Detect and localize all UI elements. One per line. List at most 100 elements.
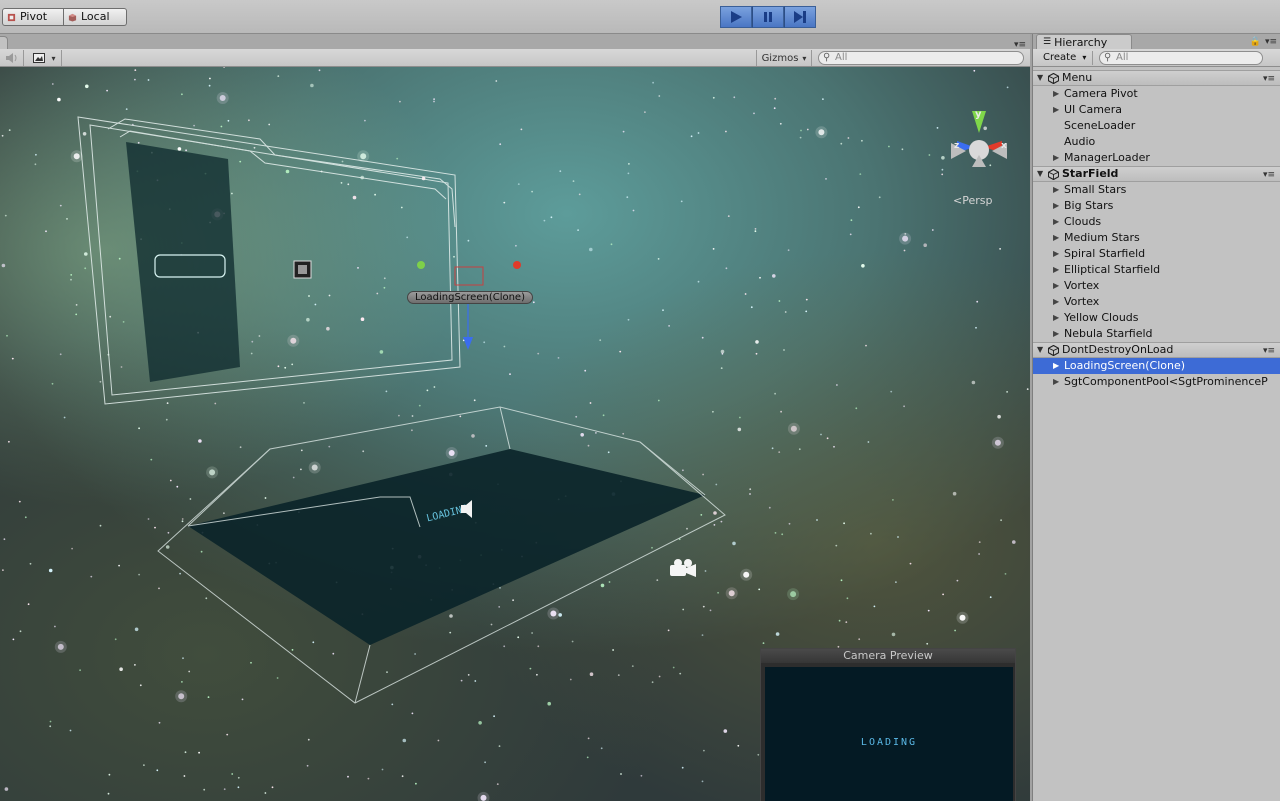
scene-row[interactable]: ▼ DontDestroyOnLoad ▾≡ [1033,342,1280,358]
hierarchy-item[interactable]: ▶ Nebula Starfield [1033,326,1280,342]
expand-arrow-icon[interactable]: ▶ [1053,246,1064,262]
hierarchy-item-label: Elliptical Starfield [1064,263,1161,276]
hierarchy-item[interactable]: ▶ Vortex [1033,278,1280,294]
fold-triangle-icon[interactable]: ▼ [1037,71,1045,85]
image-icon [33,53,46,63]
hierarchy-item[interactable]: ▶ ManagerLoader [1033,150,1280,166]
tab-hierarchy[interactable]: ☰ Hierarchy [1036,34,1132,49]
expand-arrow-icon[interactable]: ▶ [1053,102,1064,118]
hierarchy-item[interactable]: Audio [1033,134,1280,150]
hierarchy-item-label: SgtComponentPool<SgtProminenceP [1064,375,1268,388]
camera-preview: Camera Preview LOADING [760,648,1016,801]
hierarchy-search-placeholder: All [1116,52,1129,63]
search-icon: ⚲ [823,52,831,63]
expand-arrow-icon[interactable]: ▶ [1053,198,1064,214]
hierarchy-item[interactable]: ▶ SgtComponentPool<SgtProminenceP [1033,374,1280,390]
expand-arrow-icon[interactable]: ▶ [1053,310,1064,326]
hierarchy-item-label: Big Stars [1064,199,1114,212]
hierarchy-item[interactable]: ▶ Big Stars [1033,198,1280,214]
hierarchy-item[interactable]: ▶ Spiral Starfield [1033,246,1280,262]
scene-search-input[interactable]: ⚲ All [818,51,1024,65]
hierarchy-item[interactable]: SceneLoader [1033,118,1280,134]
chevron-down-icon: ▾ [51,53,56,63]
hierarchy-item-label: Medium Stars [1064,231,1140,244]
create-dropdown[interactable]: Create ▾ [1037,51,1093,65]
panel-menu-icon[interactable]: ▾≡ [1265,37,1277,47]
expand-arrow-icon[interactable]: ▶ [1053,214,1064,230]
hierarchy-item[interactable]: ▶ Yellow Clouds [1033,310,1280,326]
step-icon [794,11,806,23]
expand-arrow-icon[interactable]: ▶ [1053,278,1064,294]
hierarchy-item-label: Vortex [1064,295,1100,308]
audio-toggle-button[interactable] [0,50,24,66]
hierarchy-panel: ☰ Hierarchy 🔒 ▾≡ Create ▾ ⚲ All ▼ Menu ▾≡ ▶… [1032,34,1280,801]
effects-dropdown[interactable]: ▾ [28,50,62,66]
scene-tab[interactable] [0,36,8,49]
hierarchy-item-label: Clouds [1064,215,1102,228]
scene-options-icon[interactable]: ▾≡ [1263,72,1275,86]
cube-icon [68,13,77,22]
hierarchy-item[interactable]: ▶ LoadingScreen(Clone) [1033,358,1280,374]
scene-toolbar: ▾ Gizmos ▾ ⚲ All [0,49,1030,67]
hierarchy-item-label: LoadingScreen(Clone) [1064,359,1186,372]
expand-arrow-icon[interactable]: ▶ [1053,374,1064,390]
pivot-toggle-button[interactable]: Pivot [2,8,64,26]
hierarchy-item[interactable]: ▶ Vortex [1033,294,1280,310]
scene-options-icon[interactable]: ▾≡ [1263,344,1275,358]
scene-row[interactable]: ▼ StarField ▾≡ [1033,166,1280,182]
selected-object-label: LoadingScreen(Clone) [407,291,533,304]
chevron-down-icon: ▾ [802,53,807,63]
hierarchy-item-label: Vortex [1064,279,1100,292]
speaker-icon [5,53,16,63]
expand-arrow-icon[interactable]: ▶ [1053,86,1064,102]
search-icon: ⚲ [1104,52,1112,63]
axis-x-label: x [1001,141,1007,151]
hierarchy-item[interactable]: ▶ Camera Pivot [1033,86,1280,102]
step-button[interactable] [784,6,816,28]
fold-triangle-icon[interactable]: ▼ [1037,167,1045,181]
local-toggle-button[interactable]: Local [64,8,127,26]
expand-arrow-icon[interactable]: ▶ [1053,182,1064,198]
hierarchy-item[interactable]: ▶ UI Camera [1033,102,1280,118]
hierarchy-item-label: SceneLoader [1064,119,1136,132]
hierarchy-item[interactable]: ▶ Medium Stars [1033,230,1280,246]
scene-viewport[interactable]: LOADING y x z <Persp LoadingScreen(Clone… [0,67,1030,801]
play-controls [720,6,816,28]
gizmos-dropdown[interactable]: Gizmos ▾ [756,50,812,66]
expand-arrow-icon[interactable]: ▶ [1053,262,1064,278]
lock-icon[interactable]: 🔒 [1250,37,1261,47]
expand-arrow-icon[interactable]: ▶ [1053,294,1064,310]
hierarchy-item[interactable]: ▶ Small Stars [1033,182,1280,198]
unity-scene-icon [1048,344,1059,356]
list-icon: ☰ [1043,36,1052,47]
persp-label[interactable]: <Persp [953,194,992,207]
hierarchy-tab-label: Hierarchy [1054,35,1108,49]
scene-name: DontDestroyOnLoad [1062,343,1174,356]
create-label: Create [1043,52,1077,63]
expand-arrow-icon[interactable]: ▶ [1053,326,1064,342]
axis-z-label: z [954,141,960,151]
hierarchy-item[interactable]: ▶ Elliptical Starfield [1033,262,1280,278]
hierarchy-item[interactable]: ▶ Clouds [1033,214,1280,230]
scene-options-icon[interactable]: ▾≡ [1263,168,1275,182]
hierarchy-item-label: Camera Pivot [1064,87,1138,100]
local-label: Local [81,10,110,23]
hierarchy-search-input[interactable]: ⚲ All [1099,51,1263,65]
play-button[interactable] [720,6,752,28]
fold-triangle-icon[interactable]: ▼ [1037,343,1045,357]
chevron-down-icon: ▾ [1082,53,1087,62]
expand-arrow-icon[interactable]: ▶ [1053,150,1064,166]
scene-row[interactable]: ▼ Menu ▾≡ [1033,70,1280,86]
hierarchy-item-label: Audio [1064,135,1096,148]
pause-icon [764,12,772,22]
scene-tab-bar: ▾≡ [0,34,1030,50]
hierarchy-item-label: Yellow Clouds [1064,311,1139,324]
expand-arrow-icon[interactable]: ▶ [1053,358,1064,374]
hierarchy-item-label: UI Camera [1064,103,1122,116]
expand-arrow-icon[interactable]: ▶ [1053,230,1064,246]
hierarchy-item-label: Spiral Starfield [1064,247,1146,260]
scene-search-placeholder: All [835,52,848,63]
scene-panel: ▾≡ ▾ Gizmos ▾ ⚲ All LOADING y x z <Persp… [0,34,1030,801]
pause-button[interactable] [752,6,784,28]
pivot-label: Pivot [20,10,48,23]
